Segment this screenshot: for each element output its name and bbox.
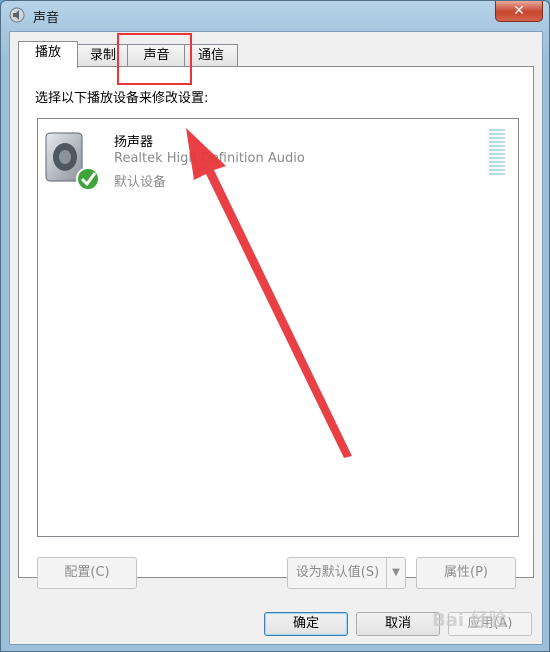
ok-button[interactable]: 确定 (264, 612, 348, 636)
device-name: 扬声器 (114, 135, 154, 150)
sound-app-icon (9, 7, 25, 23)
sound-dialog-window: 声音 ✕ 播放 录制 声音 通信 选择以下播放设备来修改设置: 扬声器 Real… (0, 0, 550, 652)
tab-recording[interactable]: 录制 (77, 44, 129, 67)
device-description: Realtek High Definition Audio (114, 151, 305, 166)
tab-sounds[interactable]: 声音 (127, 44, 186, 67)
instruction-text: 选择以下播放设备来修改设置: (35, 91, 209, 106)
tab-communications[interactable]: 通信 (184, 44, 238, 67)
speaker-icon (45, 132, 100, 191)
set-default-label: 设为默认值(S) (295, 565, 380, 580)
tab-playback[interactable]: 播放 (18, 41, 78, 68)
chevron-down-icon[interactable]: ▼ (386, 558, 405, 588)
device-status: 默认设备 (114, 175, 167, 190)
volume-level-meter (489, 129, 505, 177)
configure-button[interactable]: 配置(C) (37, 557, 137, 589)
properties-button[interactable]: 属性(P) (416, 557, 516, 589)
playback-device-list[interactable]: 扬声器 Realtek High Definition Audio 默认设备 (37, 118, 519, 537)
set-default-button[interactable]: 设为默认值(S) ▼ (287, 557, 406, 589)
dialog-client-area: 播放 录制 声音 通信 选择以下播放设备来修改设置: 扬声器 Realtek H… (9, 31, 543, 645)
apply-button[interactable]: 应用(A) (448, 612, 532, 636)
window-title: 声音 (33, 11, 60, 26)
close-button[interactable]: ✕ (495, 1, 543, 22)
cancel-button[interactable]: 取消 (356, 612, 440, 636)
title-bar[interactable]: 声音 ✕ (1, 1, 549, 31)
